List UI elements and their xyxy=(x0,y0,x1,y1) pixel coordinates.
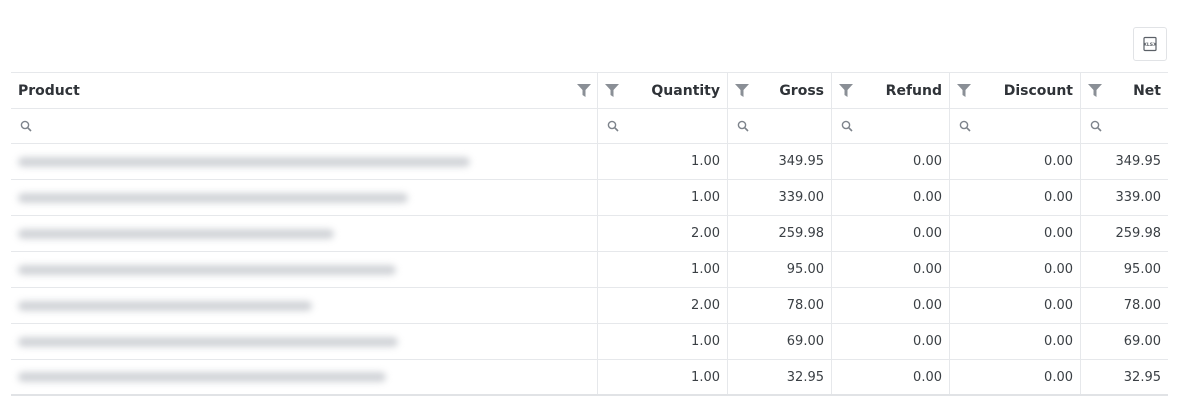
grid-filter-row xyxy=(11,109,1168,144)
table-row[interactable]: 1.00 349.95 0.00 0.00 349.95 xyxy=(11,144,1168,180)
funnel-icon[interactable] xyxy=(577,84,591,97)
cell-product xyxy=(11,324,598,359)
cell-net: 259.98 xyxy=(1115,226,1162,241)
grid-header-row: Product Quantity Gross Refund Discount N… xyxy=(11,73,1168,109)
cell-quantity: 1.00 xyxy=(598,324,728,359)
search-icon xyxy=(959,120,971,132)
filter-input-net[interactable] xyxy=(1081,109,1168,143)
redacted-product-name xyxy=(18,300,312,311)
redacted-product-name xyxy=(18,192,408,203)
redacted-product-name xyxy=(18,156,470,167)
filter-input-quantity[interactable] xyxy=(598,109,728,143)
table-row[interactable]: 2.00 78.00 0.00 0.00 78.00 xyxy=(11,288,1168,324)
table-row[interactable]: 2.00 259.98 0.00 0.00 259.98 xyxy=(11,216,1168,252)
cell-net: 32.95 xyxy=(1123,369,1161,385)
column-header-label: Quantity xyxy=(651,82,720,99)
cell-net: 69.00 xyxy=(1123,334,1161,349)
cell-gross: 339.00 xyxy=(728,180,832,215)
column-header-label: Refund xyxy=(885,82,942,99)
table-row[interactable]: 1.00 95.00 0.00 0.00 95.00 xyxy=(11,252,1168,288)
cell-discount: 0.00 xyxy=(950,144,1081,179)
cell-product xyxy=(11,144,598,179)
cell-gross: 78.00 xyxy=(728,288,832,323)
cell-quantity: 2.00 xyxy=(598,216,728,251)
cell-discount: 0.00 xyxy=(950,180,1081,215)
funnel-icon[interactable] xyxy=(1088,84,1102,97)
cell-refund: 0.00 xyxy=(832,324,950,359)
cell-product xyxy=(11,360,598,394)
cell-discount: 0.00 xyxy=(950,288,1081,323)
cell-gross: 95.00 xyxy=(728,252,832,287)
cell-product xyxy=(11,288,598,323)
cell-product xyxy=(11,216,598,251)
redacted-product-name xyxy=(18,228,334,239)
export-xlsx-button[interactable]: XLSX xyxy=(1133,27,1167,61)
cell-discount: 0.00 xyxy=(950,360,1081,394)
cell-refund: 0.00 xyxy=(832,252,950,287)
cell-product xyxy=(11,252,598,287)
cell-net: 78.00 xyxy=(1123,298,1161,313)
filter-input-product[interactable] xyxy=(11,109,598,143)
cell-discount: 0.00 xyxy=(950,324,1081,359)
xlsx-export-icon: XLSX xyxy=(1143,36,1157,52)
column-header-label: Product xyxy=(18,82,80,99)
cell-net: 95.00 xyxy=(1123,262,1161,277)
cell-net: 349.95 xyxy=(1115,154,1162,169)
cell-discount: 0.00 xyxy=(950,252,1081,287)
cell-quantity: 1.00 xyxy=(598,360,728,394)
sales-grid: Product Quantity Gross Refund Discount N… xyxy=(11,72,1168,396)
redacted-product-name xyxy=(18,264,396,275)
column-header-discount[interactable]: Discount xyxy=(950,73,1081,108)
filter-input-refund[interactable] xyxy=(832,109,950,143)
cell-gross: 69.00 xyxy=(728,324,832,359)
search-icon xyxy=(737,120,749,132)
table-row[interactable]: 1.00 339.00 0.00 0.00 339.00 xyxy=(11,180,1168,216)
cell-refund: 0.00 xyxy=(832,216,950,251)
column-header-refund[interactable]: Refund xyxy=(832,73,950,108)
cell-quantity: 1.00 xyxy=(598,144,728,179)
filter-input-discount[interactable] xyxy=(950,109,1081,143)
cell-refund: 0.00 xyxy=(832,180,950,215)
funnel-icon[interactable] xyxy=(605,84,619,97)
svg-text:XLSX: XLSX xyxy=(1143,42,1157,48)
search-icon xyxy=(20,120,32,132)
funnel-icon[interactable] xyxy=(839,84,853,97)
funnel-icon[interactable] xyxy=(957,84,971,97)
cell-net: 339.00 xyxy=(1115,190,1162,205)
redacted-product-name xyxy=(18,372,386,382)
cell-quantity: 2.00 xyxy=(598,288,728,323)
search-icon xyxy=(1090,120,1102,132)
cell-refund: 0.00 xyxy=(832,144,950,179)
column-header-product[interactable]: Product xyxy=(11,73,598,108)
column-header-quantity[interactable]: Quantity xyxy=(598,73,728,108)
search-icon xyxy=(841,120,853,132)
cell-gross: 259.98 xyxy=(728,216,832,251)
cell-gross: 349.95 xyxy=(728,144,832,179)
search-icon xyxy=(607,120,619,132)
table-row[interactable]: 1.00 32.95 0.00 0.00 32.95 xyxy=(11,360,1168,396)
cell-quantity: 1.00 xyxy=(598,252,728,287)
cell-discount: 0.00 xyxy=(950,216,1081,251)
funnel-icon[interactable] xyxy=(735,84,749,97)
filter-input-gross[interactable] xyxy=(728,109,832,143)
cell-quantity: 1.00 xyxy=(598,180,728,215)
cell-gross: 32.95 xyxy=(728,360,832,394)
redacted-product-name xyxy=(18,336,398,347)
column-header-label: Discount xyxy=(1003,82,1073,99)
column-header-label: Net xyxy=(1133,82,1161,99)
column-header-net[interactable]: Net xyxy=(1081,73,1168,108)
table-row[interactable]: 1.00 69.00 0.00 0.00 69.00 xyxy=(11,324,1168,360)
cell-product xyxy=(11,180,598,215)
column-header-label: Gross xyxy=(779,82,824,99)
cell-refund: 0.00 xyxy=(832,360,950,394)
column-header-gross[interactable]: Gross xyxy=(728,73,832,108)
cell-refund: 0.00 xyxy=(832,288,950,323)
